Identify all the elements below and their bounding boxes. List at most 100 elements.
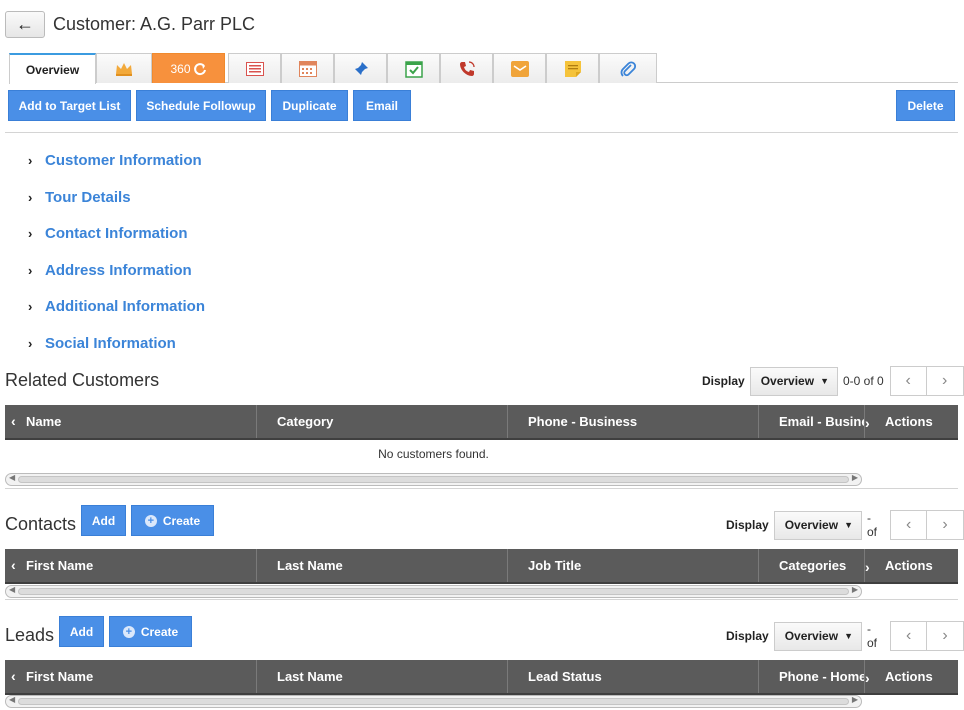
note-icon [564,60,581,77]
next-page-button[interactable]: › [926,366,964,396]
related-customers-title: Related Customers [5,370,160,390]
tab-360-label: 360 [170,61,191,76]
scroll-left-arrow-icon[interactable]: ◀ [9,585,15,594]
scrollbar-thumb[interactable] [18,588,849,595]
tab-overview[interactable]: Overview [9,53,96,84]
scrollbar-thumb[interactable] [18,476,849,483]
display-value: Overview [784,518,839,532]
chevron-right-icon: › [28,189,33,205]
horizontal-scrollbar[interactable]: ◀ ▶ [5,585,862,598]
column-category[interactable]: Category [257,405,508,438]
tab-task[interactable] [387,53,440,83]
leads-add-button[interactable]: Add [59,616,104,647]
column-actions: Actions [864,660,958,693]
pin-icon [353,61,368,76]
tab-360[interactable]: 360 [152,53,225,83]
delete-button[interactable]: Delete [896,90,955,121]
tab-phone[interactable] [440,53,493,83]
section-tour-details[interactable]: › Tour Details [28,187,131,207]
tab-mail[interactable] [493,53,546,83]
back-arrow-icon: ← [16,13,34,34]
back-button[interactable]: ← [5,10,45,38]
plus-circle-icon: + [122,625,135,638]
chevron-right-icon: › [942,372,948,389]
page-header: ← Customer: A.G. Parr PLC [5,10,255,38]
scroll-left-arrow-icon[interactable]: ◀ [9,473,15,482]
record-count: - of [866,511,877,539]
column-phone-home[interactable]: Phone - Home [759,660,865,693]
prev-page-button[interactable]: ‹ [889,366,927,396]
column-actions: Actions [864,549,958,582]
caret-down-icon: ▼ [844,631,853,641]
section-label: Customer Information [45,151,202,169]
section-customer-information[interactable]: › Customer Information [28,150,202,170]
display-select[interactable]: Overview ▼ [773,510,862,540]
column-categories[interactable]: Categories [759,549,865,582]
contacts-title: Contacts [5,514,77,534]
leads-table-header: ‹ First Name Last Name Lead Status Phone… [5,660,958,695]
scrollbar-thumb[interactable] [18,698,849,705]
column-email-business[interactable]: Email - Business [759,405,865,438]
plus-circle-icon: + [144,514,157,527]
horizontal-scrollbar[interactable]: ◀ ▶ [5,473,862,486]
column-first-name[interactable]: First Name [5,660,257,693]
display-select[interactable]: Overview ▼ [749,366,838,396]
scroll-right-arrow-icon[interactable]: ▶ [852,585,858,594]
section-address-information[interactable]: › Address Information [28,260,192,280]
prev-page-button[interactable]: ‹ [890,510,928,540]
duplicate-button[interactable]: Duplicate [271,90,348,121]
section-label: Social Information [45,334,176,352]
refresh-icon [193,62,206,75]
email-button[interactable]: Email [353,90,411,121]
column-lead-status[interactable]: Lead Status [508,660,759,693]
chevron-left-icon: ‹ [905,372,911,389]
tab-crown[interactable] [96,53,152,83]
next-page-button[interactable]: › [927,510,964,540]
display-label: Display [702,374,745,388]
tab-pin[interactable] [334,53,387,83]
column-phone-business[interactable]: Phone - Business [508,405,759,438]
empty-message: No customers found. [378,447,489,461]
tab-bar: Overview 360 [9,53,958,84]
list-icon [245,61,264,76]
chevron-right-icon: › [28,152,33,168]
section-divider [5,488,958,489]
column-job-title[interactable]: Job Title [508,549,759,582]
caret-down-icon: ▼ [844,520,853,530]
contacts-create-button[interactable]: + Create [131,505,214,536]
scroll-left-arrow-icon[interactable]: ◀ [9,695,15,704]
scroll-right-arrow-icon[interactable]: ▶ [852,695,858,704]
column-last-name[interactable]: Last Name [257,549,508,582]
calendar-icon [298,60,317,77]
column-last-name[interactable]: Last Name [257,660,508,693]
tab-calendar[interactable] [281,53,334,83]
section-additional-information[interactable]: › Additional Information [28,296,205,316]
display-select[interactable]: Overview ▼ [773,621,862,651]
leads-pager: Display Overview ▼ - of ‹ › [726,621,964,651]
record-count: 0-0 of 0 [842,374,884,388]
horizontal-scrollbar[interactable]: ◀ ▶ [5,695,862,708]
tab-list[interactable] [228,53,281,83]
page-title: Customer: A.G. Parr PLC [53,13,256,34]
contacts-add-button[interactable]: Add [81,505,126,536]
phone-icon [459,60,475,76]
column-first-name[interactable]: First Name [5,549,257,582]
next-page-button[interactable]: › [927,621,964,651]
tab-note[interactable] [546,53,599,83]
scroll-right-arrow-icon[interactable]: ▶ [852,473,858,482]
tab-attachment[interactable] [599,53,657,83]
section-social-information[interactable]: › Social Information [28,333,176,353]
tab-overview-label: Overview [25,62,80,77]
display-label: Display [726,518,769,532]
section-label: Contact Information [45,224,188,242]
section-contact-information[interactable]: › Contact Information [28,223,188,243]
create-label: Create [162,513,201,528]
prev-page-button[interactable]: ‹ [890,621,928,651]
leads-create-button[interactable]: + Create [109,616,192,647]
add-to-target-list-button[interactable]: Add to Target List [8,90,131,121]
schedule-followup-button[interactable]: Schedule Followup [136,90,266,121]
contacts-table-header: ‹ First Name Last Name Job Title Categor… [5,549,958,584]
display-value: Overview [784,629,839,643]
column-name[interactable]: Name [5,405,257,438]
display-value: Overview [760,374,815,388]
